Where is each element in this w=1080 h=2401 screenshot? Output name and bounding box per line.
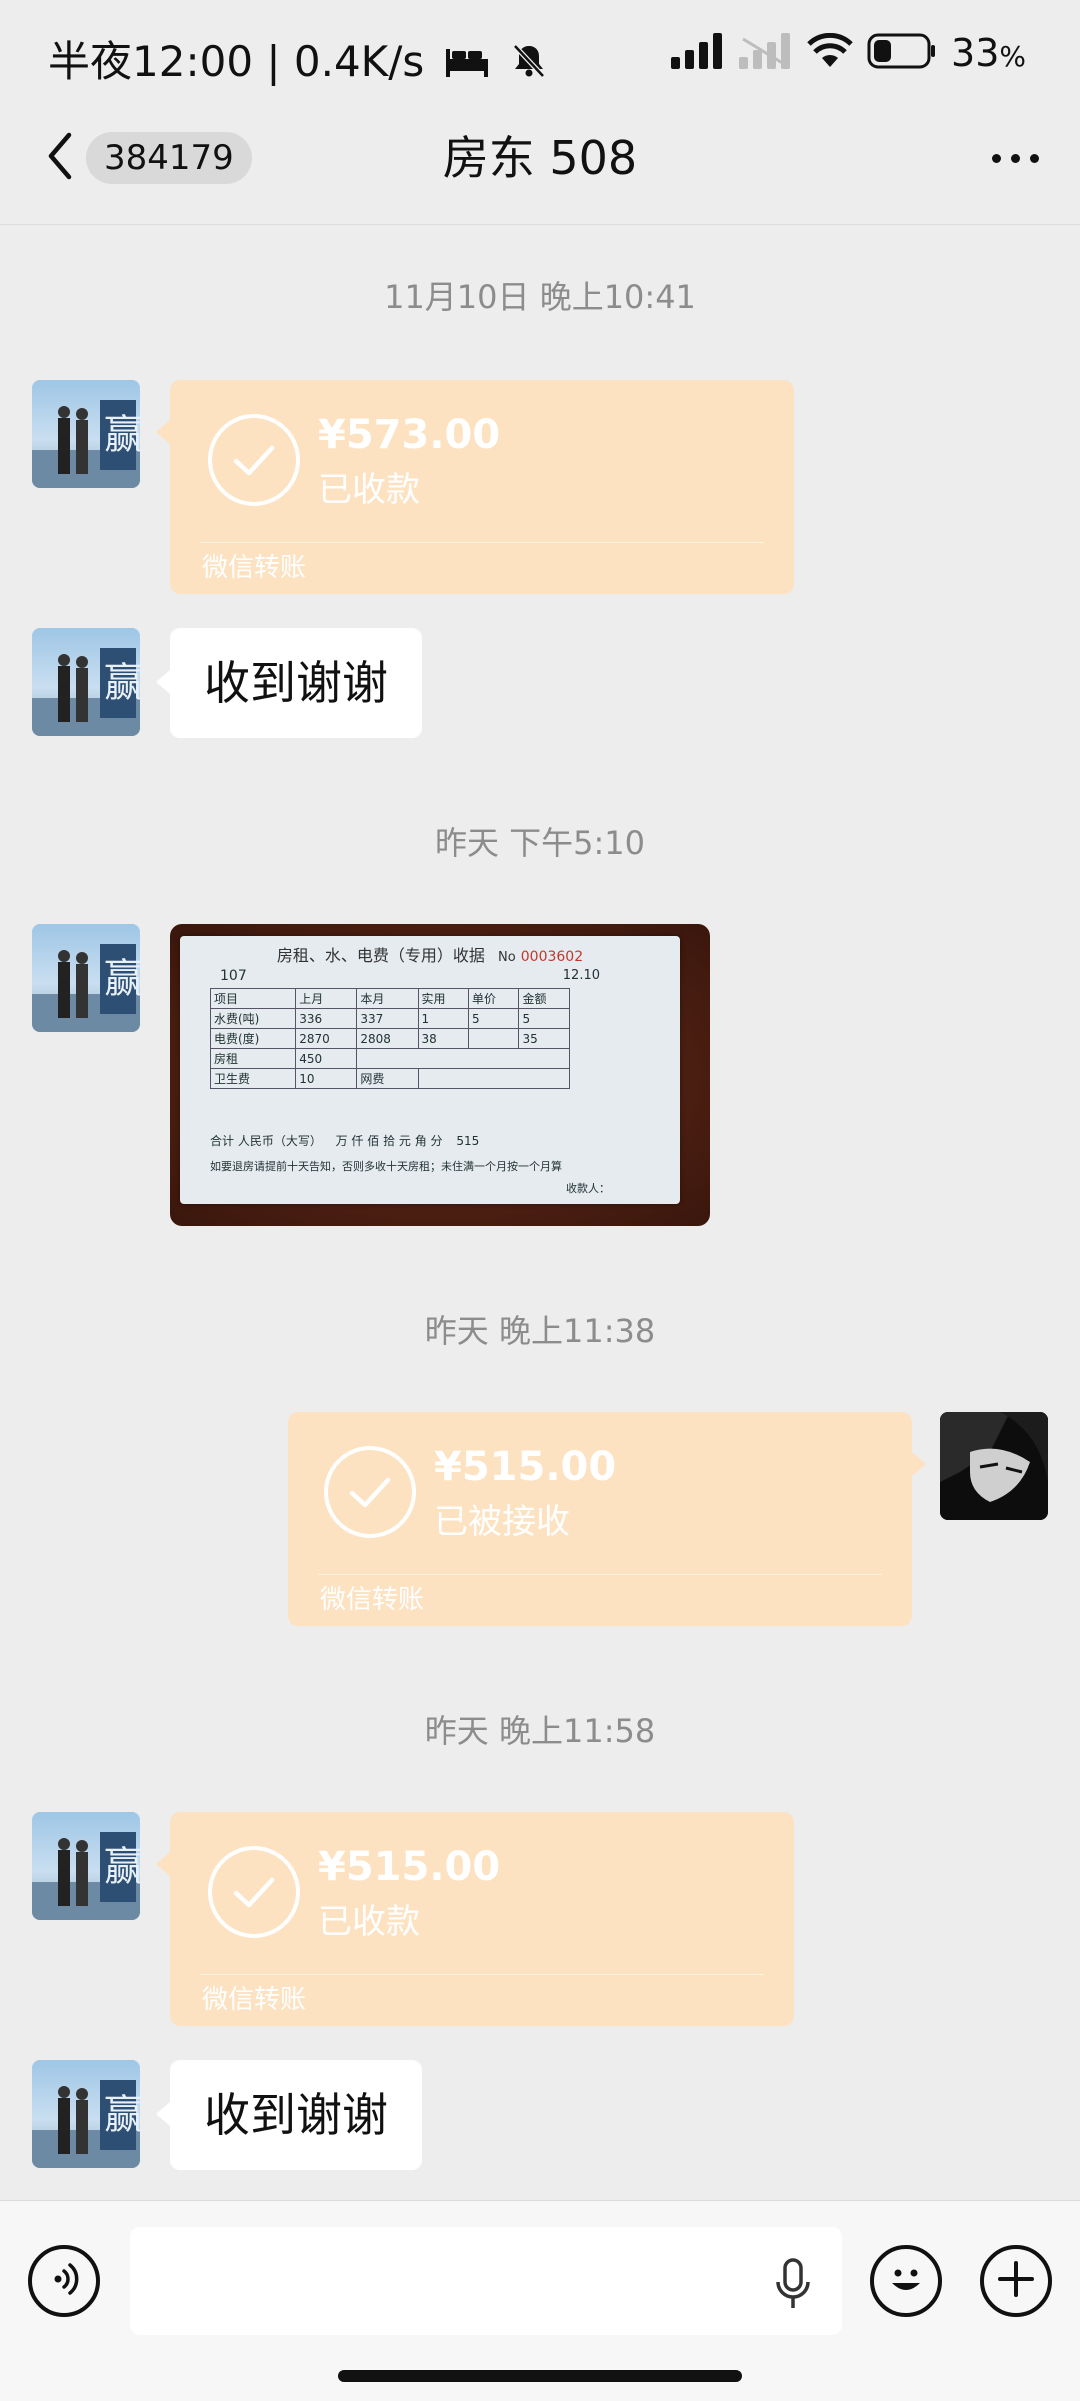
text-message: 收到谢谢 [204, 2088, 388, 2142]
receipt-title: 房租、水、电费（专用）收据 [276, 946, 485, 965]
more-button[interactable] [980, 136, 1050, 180]
plus-button[interactable] [980, 2245, 1052, 2317]
bed-icon [444, 40, 490, 89]
text-message-bubble[interactable]: 收到谢谢 [156, 628, 422, 738]
avatar-landlord[interactable]: 赢 [32, 1812, 140, 1920]
message-timestamp: 昨天 晚上11:58 [424, 1712, 656, 1750]
check-icon [208, 414, 300, 506]
voice-mode-button[interactable] [28, 2245, 100, 2317]
signal-icon [739, 33, 793, 73]
plus-icon [994, 2257, 1038, 2305]
message-timestamp: 昨天 下午5:10 [434, 824, 646, 862]
receipt-paper: 房租、水、电费（专用）收据 No 0003602 107 12.10 项目 上月… [180, 936, 680, 1204]
avatar-landlord[interactable]: 赢 [32, 2060, 140, 2168]
transfer-sent-card[interactable]: ¥515.00 已被接收 微信转账 [288, 1412, 926, 1626]
text-message: 收到谢谢 [204, 656, 388, 710]
svg-text:赢: 赢 [104, 1844, 140, 1890]
signal-icon [671, 33, 725, 73]
emoji-icon [878, 2251, 934, 2311]
avatar-landlord[interactable]: 赢 [32, 628, 140, 736]
message-timestamp: 昨天 晚上11:38 [424, 1312, 656, 1350]
receipt-number: 0003602 [520, 949, 584, 965]
avatar-landlord[interactable]: 赢 [32, 924, 140, 1032]
transfer-received-card[interactable]: ¥515.00 已收款 微信转账 [156, 1812, 794, 2026]
transfer-amount: ¥573.00 [318, 412, 501, 458]
status-indicators: 33% [671, 30, 1026, 76]
transfer-amount: ¥515.00 [434, 1444, 617, 1490]
transfer-status: 已被接收 [434, 1502, 570, 1542]
battery-icon [867, 33, 937, 73]
more-dots-icon [991, 153, 1039, 163]
check-icon [324, 1446, 416, 1538]
receipt-table: 项目 上月 本月 实用 单价 金额 水费(吨) 336 337 1 5 5 电费… [209, 988, 571, 1089]
transfer-status: 已收款 [318, 1902, 420, 1942]
voice-mode-icon [44, 2259, 84, 2303]
battery-percent: 33% [951, 31, 1026, 75]
svg-text:赢: 赢 [104, 660, 140, 706]
receipt-note: 如要退房请提前十天告知，否则多收十天房租；未住满一个月按一个月算 [210, 1160, 562, 1173]
avatar-landlord[interactable]: 赢 [32, 380, 140, 488]
transfer-divider [318, 1574, 882, 1575]
check-icon [208, 1846, 300, 1938]
receipt-room: 107 [220, 968, 247, 984]
transfer-amount: ¥515.00 [318, 1844, 501, 1890]
home-indicator [338, 2370, 742, 2382]
receipt-date: 12.10 [562, 968, 600, 983]
svg-text:赢: 赢 [104, 412, 140, 458]
wifi-icon [807, 32, 853, 73]
text-message-bubble[interactable]: 收到谢谢 [156, 2060, 422, 2170]
chat-title: 房东 508 [442, 131, 638, 185]
receipt-payee: 收款人： [566, 1182, 610, 1195]
transfer-received-card[interactable]: ¥573.00 已收款 微信转账 [156, 380, 794, 594]
transfer-divider [200, 1974, 764, 1975]
svg-text:赢: 赢 [104, 2092, 140, 2138]
header-divider [0, 224, 1080, 225]
message-timestamp: 11月10日 晚上10:41 [384, 278, 696, 316]
message-input[interactable] [130, 2227, 842, 2335]
transfer-label: 微信转账 [202, 1985, 307, 2015]
avatar-me[interactable] [940, 1412, 1048, 1520]
receipt-photo[interactable]: 房租、水、电费（专用）收据 No 0003602 107 12.10 项目 上月… [170, 924, 710, 1226]
emoji-button[interactable] [870, 2245, 942, 2317]
transfer-label: 微信转账 [202, 553, 307, 583]
microphone-button[interactable] [768, 2256, 818, 2316]
microphone-icon [773, 2256, 813, 2316]
transfer-status: 已收款 [318, 470, 420, 510]
mute-bell-icon [509, 40, 549, 90]
status-time-speed: 半夜12:00 | 0.4K/s [48, 28, 549, 90]
svg-text:赢: 赢 [104, 956, 140, 1002]
transfer-divider [200, 542, 764, 543]
receipt-total-row: 合计 人民币（大写） 万 仟 佰 拾 元 角 分 515 [210, 1134, 480, 1148]
transfer-label: 微信转账 [320, 1585, 425, 1615]
